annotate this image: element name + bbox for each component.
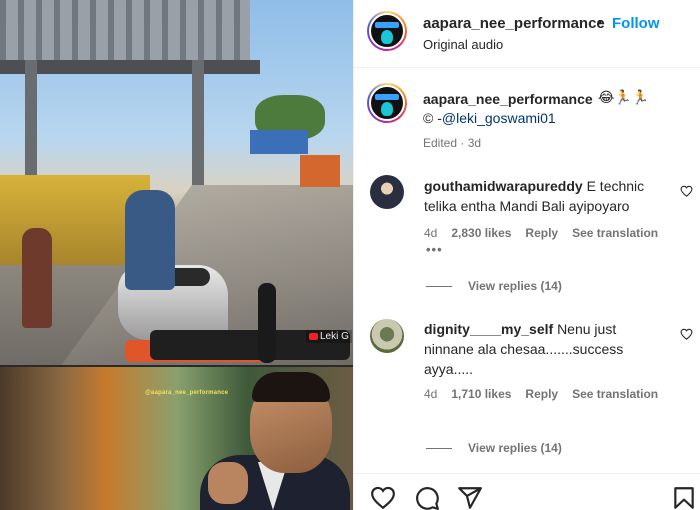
bookmark-icon[interactable] <box>671 485 697 510</box>
profile-avatar-icon[interactable] <box>367 11 407 51</box>
comment-likes[interactable]: 2,830 likes <box>451 226 511 240</box>
view-replies-label: View replies (14) <box>468 279 562 293</box>
see-translation-button[interactable]: See translation <box>572 226 658 240</box>
heart-icon[interactable] <box>370 485 396 510</box>
header-separator: • <box>597 14 603 31</box>
view-replies-button[interactable]: View replies (14) <box>426 441 562 455</box>
post-caption: aapara_nee_performance 😂🏃🏃 © -@leki_gosw… <box>354 68 700 163</box>
meme-caption: @aapara_nee_performance <box>145 390 229 396</box>
post-header: aapara_nee_performance • Follow Original… <box>354 0 700 68</box>
footbridge <box>0 0 250 60</box>
comment-age: 4d <box>424 387 438 401</box>
comment-icon[interactable] <box>414 485 440 510</box>
caption-username[interactable]: aapara_nee_performance <box>423 91 593 107</box>
comment-username[interactable]: dignity____my_self <box>424 321 553 337</box>
footbridge-deck <box>0 60 260 74</box>
commenter-avatar-icon[interactable] <box>370 319 404 353</box>
action-bar <box>354 473 700 510</box>
follow-button[interactable]: Follow <box>612 15 660 32</box>
comment-text: gouthamidwarapureddy E technic telika en… <box>424 176 659 216</box>
bridge-pillar <box>192 60 204 190</box>
caption-credit: © -@leki_goswami01 <box>423 110 556 126</box>
youtube-icon <box>309 332 318 340</box>
credit-prefix: © - <box>423 110 442 126</box>
comment-username[interactable]: gouthamidwarapureddy <box>424 178 583 194</box>
post-media[interactable]: Leki G @aapara_nee_performance <box>0 0 353 510</box>
audio-link[interactable]: Original audio <box>423 37 503 52</box>
bike-mirror <box>258 283 276 363</box>
commenter-avatar-icon[interactable] <box>370 175 404 209</box>
video-watermark: Leki G <box>306 330 352 343</box>
rider <box>125 190 175 290</box>
see-translation-button[interactable]: See translation <box>572 387 658 401</box>
comment-options-icon[interactable]: ••• <box>426 242 443 257</box>
post-sidebar: aapara_nee_performance • Follow Original… <box>353 0 700 510</box>
pedestrian <box>22 228 52 328</box>
video-frame-street: Leki G <box>0 0 353 367</box>
caption-mention[interactable]: @leki_goswami01 <box>442 110 556 126</box>
watermark-text: Leki G <box>320 331 349 342</box>
view-replies-label: View replies (14) <box>468 441 562 455</box>
header-username[interactable]: aapara_nee_performance <box>423 15 605 32</box>
meme-hair <box>252 372 330 402</box>
reply-button[interactable]: Reply <box>525 387 558 401</box>
comment-likes[interactable]: 1,710 likes <box>451 387 511 401</box>
truck <box>300 155 340 187</box>
caption-avatar-icon[interactable] <box>367 83 407 123</box>
comment-age: 4d <box>424 226 438 240</box>
comment-text: dignity____my_self Nenu just ninnane ala… <box>424 319 659 379</box>
caption-emoji: 😂🏃🏃 <box>598 89 650 105</box>
billboard <box>250 130 308 154</box>
comment-meta: 4d 1,710 likes Reply See translation <box>424 387 672 401</box>
meme-hand <box>208 462 248 504</box>
share-icon[interactable] <box>457 485 483 510</box>
caption-meta: Edited · 3d <box>423 136 482 150</box>
replies-divider <box>426 286 452 288</box>
replies-divider <box>426 448 452 450</box>
view-replies-button[interactable]: View replies (14) <box>426 279 562 293</box>
comment-meta: 4d 2,830 likes Reply See translation <box>424 226 672 240</box>
reply-button[interactable]: Reply <box>525 226 558 240</box>
like-comment-heart-icon[interactable] <box>680 185 693 197</box>
like-comment-heart-icon[interactable] <box>680 328 693 340</box>
